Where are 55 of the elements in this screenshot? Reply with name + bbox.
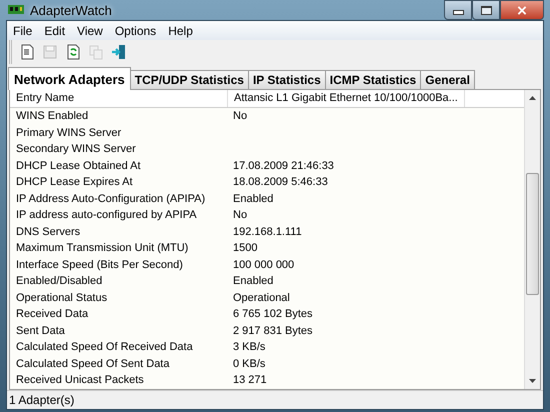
table-cell-text: DNS Servers [15, 224, 82, 240]
table-cell-text: 2 917 831 Bytes [232, 324, 314, 338]
table-cell-text: Received Data [15, 307, 90, 322]
table-cell-text: WINS Enabled [15, 109, 90, 124]
table-cell-text: 13 271 [232, 373, 268, 388]
table-cell-text: Received Unicast Packets [15, 373, 145, 388]
tab[interactable]: IP Statistics [248, 70, 326, 89]
table-cell-text: Secondary WINS Server [15, 142, 137, 157]
table-cell-text: DHCP Lease Obtained At [15, 158, 142, 174]
window-title: AdapterWatch [30, 2, 112, 18]
table-cell-text: Operational [232, 290, 291, 306]
table-cell-text: IP Address Auto-Configuration (APIPA) [15, 192, 206, 206]
menu-item[interactable]: Edit [38, 24, 72, 38]
table-cell-text: 18.08.2009 5:46:33 [232, 175, 329, 190]
table-cell-text: DHCP Lease Expires At [15, 175, 134, 190]
table-cell-text: Enabled/Disabled [15, 274, 104, 289]
column-header[interactable]: Entry Name [10, 90, 228, 107]
table-cell-text: Maximum Transmission Unit (MTU) [15, 241, 190, 256]
network-card-icon [8, 4, 24, 16]
table-cell-text: No [232, 208, 248, 223]
table-cell-text: 17.08.2009 21:46:33 [232, 158, 335, 174]
table-cell-text: 0 KB/s [232, 356, 266, 372]
tab[interactable]: General [420, 70, 475, 89]
tab[interactable]: ICMP Statistics [324, 70, 422, 89]
exit-door-icon[interactable] [110, 43, 128, 61]
table-cell-text: 3 KB/s [232, 340, 266, 355]
menu-item[interactable]: Help [162, 24, 199, 38]
menu-item[interactable]: View [71, 24, 109, 38]
close-icon [517, 6, 527, 14]
table-cell-text: Interface Speed (Bits Per Second) [15, 258, 184, 272]
table-cell-text: Calculated Speed Of Sent Data [15, 356, 170, 372]
scroll-up-icon[interactable] [529, 96, 536, 100]
table-cell-text: Enabled [232, 192, 274, 206]
table-cell-text: No [232, 109, 248, 124]
tab[interactable]: TCP/UDP Statistics [130, 70, 249, 89]
table-cell-text: IP address auto-configured by APIPA [15, 208, 198, 223]
status-text: 1 Adapter(s) [9, 392, 74, 406]
tab[interactable]: Network Adapters [8, 67, 131, 90]
menu-item[interactable]: File [7, 24, 38, 38]
column-header[interactable]: Attansic L1 Gigabit Ethernet 10/100/1000Ba... [228, 90, 465, 107]
table-cell-text: Sent Data [15, 324, 66, 338]
table-cell-text: Primary WINS Server [15, 126, 122, 140]
table-cell-text: 1500 [232, 241, 258, 256]
table-cell-text: 100 000 000 [232, 258, 296, 272]
table-cell-text: Enabled [232, 274, 274, 289]
table-cell-text: 6 765 102 Bytes [232, 307, 314, 322]
table-cell-text: 192.168.1.111 [232, 224, 303, 240]
close-button[interactable] [500, 0, 544, 20]
minimize-button[interactable] [444, 0, 472, 20]
table-cell-text: Calculated Speed Of Received Data [15, 340, 194, 355]
maximize-button[interactable] [472, 0, 500, 20]
table-cell-text: Operational Status [15, 290, 108, 306]
scrollbar[interactable] [524, 90, 540, 388]
scroll-down-icon[interactable] [529, 379, 536, 383]
menu-item[interactable]: Options [108, 24, 162, 38]
